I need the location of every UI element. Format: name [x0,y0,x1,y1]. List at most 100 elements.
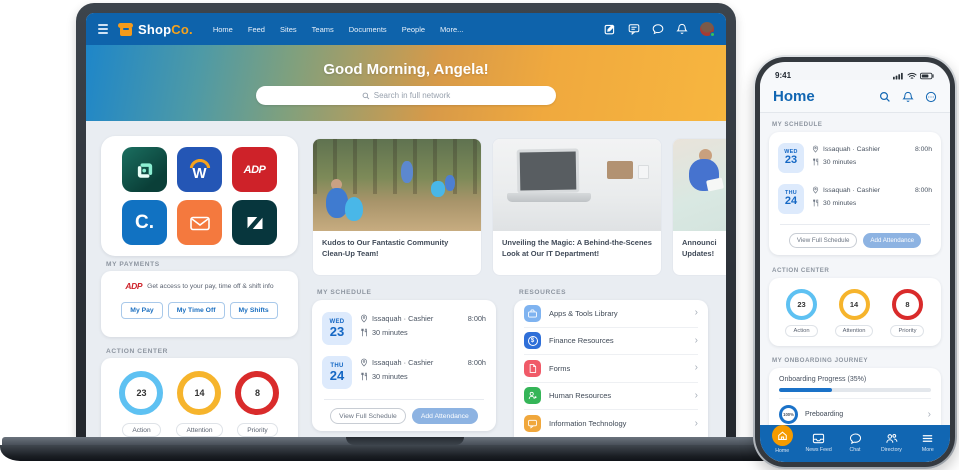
chevron-right-icon: › [695,308,698,318]
location-pin-icon [360,358,368,367]
my-pay-button[interactable]: My Pay [121,302,162,319]
resource-apps-tools[interactable]: Apps & Tools Library › [524,300,698,328]
priority-label[interactable]: Priority [890,325,924,337]
search-icon[interactable] [879,91,891,103]
action-label[interactable]: Action [122,423,160,437]
nav-home[interactable]: Home [764,431,800,454]
schedule-row[interactable]: THU 24 Issaquah · Cashier 8:00h 3 [778,181,932,222]
my-time-off-button[interactable]: My Time Off [168,302,225,319]
schedule-row[interactable]: WED 23 Issaquah · Cashier 8:00h 3 [778,140,932,181]
more-options-icon[interactable] [925,91,937,103]
resource-finance[interactable]: $ Finance Resources › [524,328,698,356]
location-pin-icon [812,145,819,153]
nav-chat[interactable]: Chat [837,432,873,453]
priority-label[interactable]: Priority [237,423,278,437]
nav-more[interactable]: More [910,432,946,453]
phone-screen: 9:41 Home [760,62,950,462]
my-shifts-button[interactable]: My Shifts [230,302,278,319]
action-label[interactable]: Action [785,325,817,337]
menu-item-documents[interactable]: Documents [349,25,387,34]
news-image-it [493,139,661,231]
greeting-text: Good Morning, Angela! [323,61,488,78]
concur-app-icon[interactable]: C. [122,200,167,245]
phone-frame: 9:41 Home [753,55,957,469]
action-stat[interactable]: 23 Action [119,371,163,437]
resource-forms[interactable]: Forms › [524,355,698,383]
date-number: 24 [785,196,797,208]
bell-icon[interactable] [676,23,688,35]
utensils-icon [812,158,819,166]
shift-location: Issaquah · Cashier [823,187,880,194]
attention-stat[interactable]: 14 Attention [835,289,874,337]
date-badge: WED 23 [322,312,352,345]
resources-card: Apps & Tools Library › $ Finance Resourc… [514,300,708,437]
resource-it[interactable]: Information Technology › [524,410,698,437]
priority-stat[interactable]: 8 Priority [890,289,924,337]
priority-stat[interactable]: 8 Priority [235,371,279,437]
date-number: 23 [785,155,797,167]
resource-hr[interactable]: Human Resources › [524,383,698,411]
app-brackets-icon[interactable] [122,147,167,192]
attention-stat[interactable]: 14 Attention [176,371,222,437]
menu-item-teams[interactable]: Teams [312,25,334,34]
view-full-schedule-button[interactable]: View Full Schedule [330,408,406,424]
onboarding-step-label: Preboarding [805,411,843,418]
menu-item-sites[interactable]: Sites [280,25,297,34]
people-icon [885,432,898,445]
action-ring: 23 [786,289,817,320]
hamburger-menu-icon[interactable] [98,24,108,34]
phone-header: Home [760,80,950,113]
wifi-icon [907,72,917,80]
compose-icon[interactable] [604,23,616,35]
resource-label: Forms [549,364,570,373]
attention-label[interactable]: Attention [835,325,874,337]
menu-item-people[interactable]: People [402,25,425,34]
payments-section-label: MY PAYMENTS [106,261,160,268]
laptop-base-notch [346,437,464,445]
payments-text: Get access to your pay, time off & shift… [147,283,274,290]
forum-icon[interactable] [628,23,640,35]
desktop-navbar: ShopCo. Home Feed Sites Teams Documents … [86,13,726,45]
date-badge: THU 24 [778,184,804,214]
phone-bottom-nav: Home News Feed Chat [760,425,950,462]
news-card-it[interactable]: Unveiling the Magic: A Behind-the-Scenes… [492,138,662,276]
attention-label[interactable]: Attention [176,423,222,437]
news-card-cleanup[interactable]: Kudos to Our Fantastic Community Clean-U… [312,138,482,276]
progress-ring-icon: 100% [779,405,798,424]
add-attendance-button[interactable]: Add Attendance [412,408,478,424]
nav-directory[interactable]: Directory [873,432,909,453]
nav-label: Directory [881,447,902,453]
shift-hours: 8:00h [915,187,932,194]
view-full-schedule-button[interactable]: View Full Schedule [789,233,858,248]
schedule-row[interactable]: WED 23 Issaquah · Cashier 8:00h 30 minut… [322,309,486,353]
search-input[interactable]: Search in full network [256,86,556,105]
attention-ring: 14 [839,289,870,320]
news-card-announcement[interactable]: Announci Updates! [672,138,726,276]
schedule-section-label: MY SCHEDULE [772,121,938,128]
laptop-screen: ShopCo. Home Feed Sites Teams Documents … [86,13,726,437]
attention-ring: 14 [177,371,221,415]
menu-item-feed[interactable]: Feed [248,25,265,34]
user-avatar[interactable] [700,22,714,36]
menu-item-more[interactable]: More... [440,25,463,34]
nav-news-feed[interactable]: News Feed [800,432,836,453]
priority-ring: 8 [892,289,923,320]
chat-icon[interactable] [652,23,664,35]
schedule-row[interactable]: THU 24 Issaquah · Cashier 8:00h 30 minut… [322,353,486,397]
nav-label: Chat [850,447,861,453]
bell-icon[interactable] [902,91,914,103]
news-image-cleanup [313,139,481,231]
adp-logo: ADP [125,281,142,291]
adp-app-icon[interactable]: ADP [232,147,277,192]
shopping-bag-icon [118,23,133,36]
action-stat[interactable]: 23 Action [785,289,817,337]
zendesk-app-icon[interactable] [232,200,277,245]
shopco-logo[interactable]: ShopCo. [118,22,193,37]
news-title: Unveiling the Magic: A Behind-the-Scenes… [493,231,661,266]
mail-app-icon[interactable] [177,200,222,245]
search-icon [362,92,370,100]
add-attendance-button[interactable]: Add Attendance [863,233,921,248]
hamburger-menu-icon [921,432,934,445]
workday-app-icon[interactable]: W [177,147,222,192]
menu-item-home[interactable]: Home [213,25,233,34]
